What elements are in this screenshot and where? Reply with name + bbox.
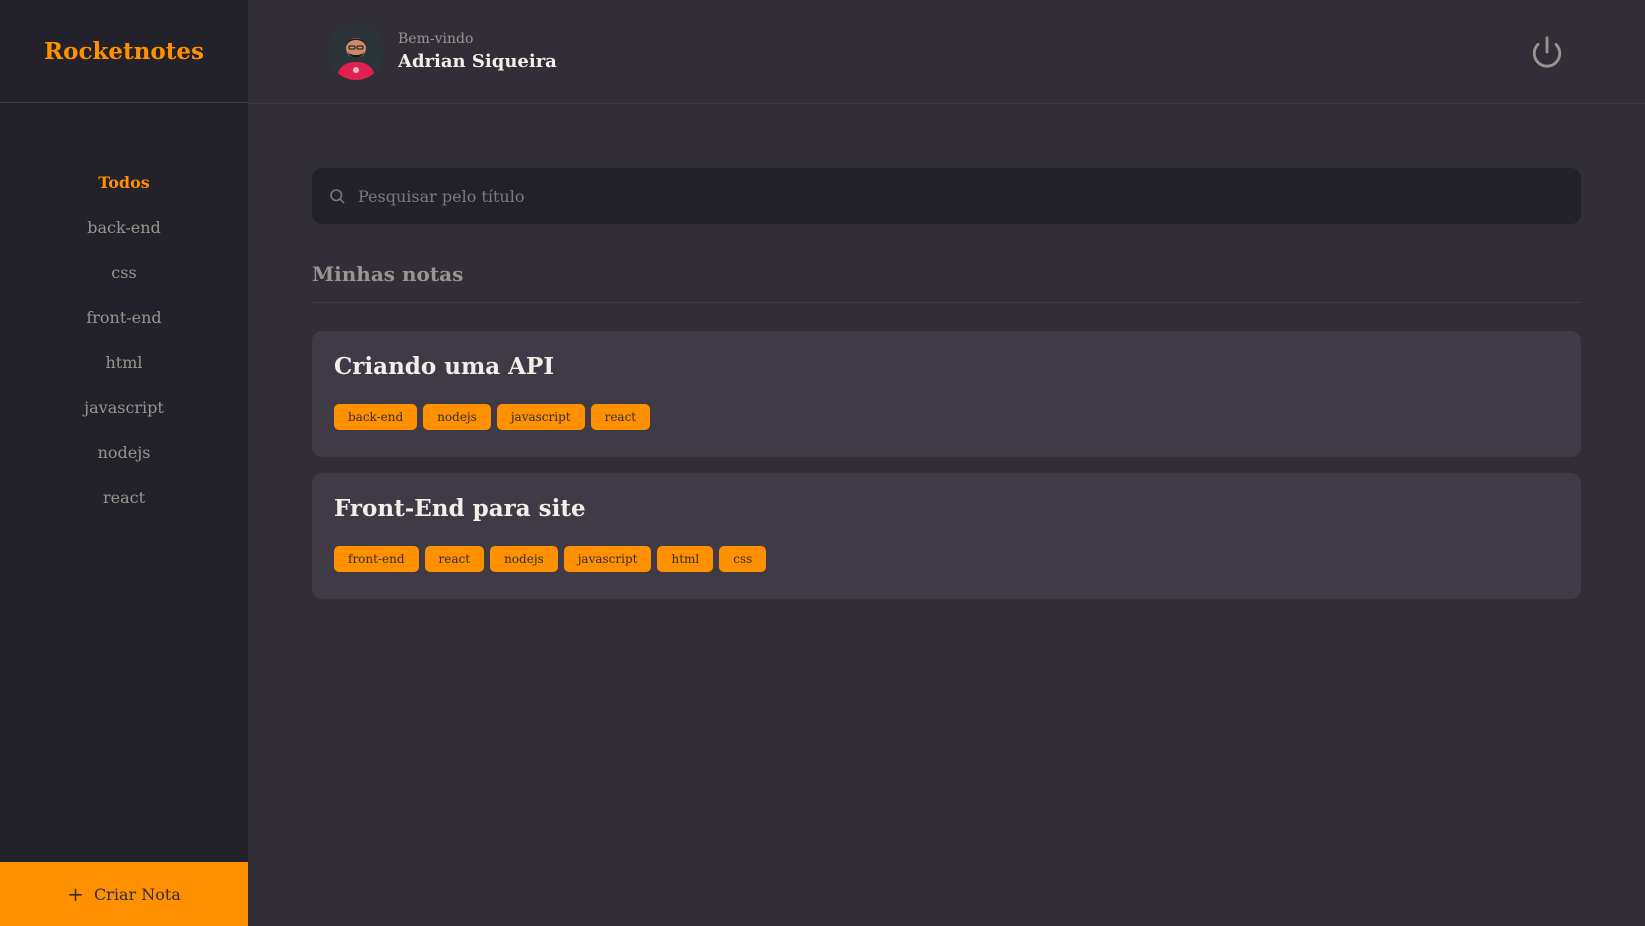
brand-title[interactable]: Rocketnotes — [44, 38, 204, 65]
search-input[interactable] — [358, 186, 1565, 206]
notes-list: Criando uma API back-end nodejs javascri… — [312, 331, 1581, 599]
note-tag: front-end — [334, 546, 419, 572]
note-card[interactable]: Front-End para site front-end react node… — [312, 473, 1581, 599]
top-header: Bem-vindo Adrian Siqueira — [248, 0, 1645, 104]
sidebar-item-react[interactable]: react — [0, 475, 248, 520]
note-title: Front-End para site — [334, 495, 586, 522]
note-tag: javascript — [563, 546, 652, 572]
section-title: Minhas notas — [312, 262, 1581, 303]
note-tag: css — [719, 546, 767, 572]
note-tag: back-end — [334, 404, 418, 430]
sidebar-item-nodejs[interactable]: nodejs — [0, 430, 248, 475]
note-tag: react — [590, 404, 651, 430]
sidebar-item-html[interactable]: html — [0, 340, 248, 385]
sidebar-item-front-end[interactable]: front-end — [0, 295, 248, 340]
greeting: Bem-vindo Adrian Siqueira — [398, 31, 557, 72]
power-icon — [1532, 35, 1562, 68]
app-root: Rocketnotes Todos back-end css front-end… — [0, 0, 1645, 926]
brand-header: Rocketnotes — [0, 0, 248, 103]
create-note-button[interactable]: + Criar Nota — [0, 862, 248, 926]
user-name[interactable]: Adrian Siqueira — [398, 51, 557, 72]
plus-icon: + — [67, 882, 84, 906]
sidebar: Rocketnotes Todos back-end css front-end… — [0, 0, 248, 926]
note-tag: html — [657, 546, 714, 572]
sidebar-item-todos[interactable]: Todos — [0, 160, 248, 205]
sidebar-item-javascript[interactable]: javascript — [0, 385, 248, 430]
note-tag: react — [424, 546, 485, 572]
note-tag: nodejs — [490, 546, 558, 572]
note-card[interactable]: Criando uma API back-end nodejs javascri… — [312, 331, 1581, 457]
note-tags: front-end react nodejs javascript html c… — [334, 546, 1559, 572]
create-note-label: Criar Nota — [93, 884, 181, 904]
sidebar-item-css[interactable]: css — [0, 250, 248, 295]
search-bar — [312, 168, 1581, 224]
tag-filter-list: Todos back-end css front-end html javasc… — [0, 103, 248, 520]
note-tags: back-end nodejs javascript react — [334, 404, 1559, 430]
sidebar-item-back-end[interactable]: back-end — [0, 205, 248, 250]
note-tag: javascript — [496, 404, 585, 430]
note-tag: nodejs — [423, 404, 491, 430]
search-icon — [330, 189, 345, 204]
note-title: Criando uma API — [334, 353, 555, 380]
logout-button[interactable] — [1527, 32, 1567, 72]
avatar[interactable] — [328, 23, 384, 80]
user-profile[interactable]: Bem-vindo Adrian Siqueira — [328, 23, 557, 80]
main-content: Minhas notas Criando uma API back-end no… — [312, 168, 1581, 599]
welcome-text: Bem-vindo — [398, 31, 474, 47]
